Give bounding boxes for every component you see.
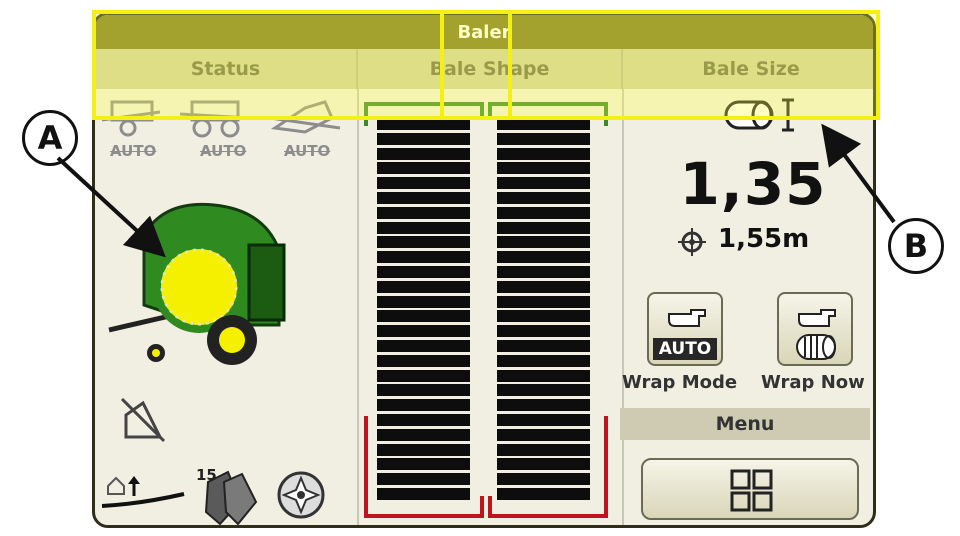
callout-arrows xyxy=(56,123,896,258)
